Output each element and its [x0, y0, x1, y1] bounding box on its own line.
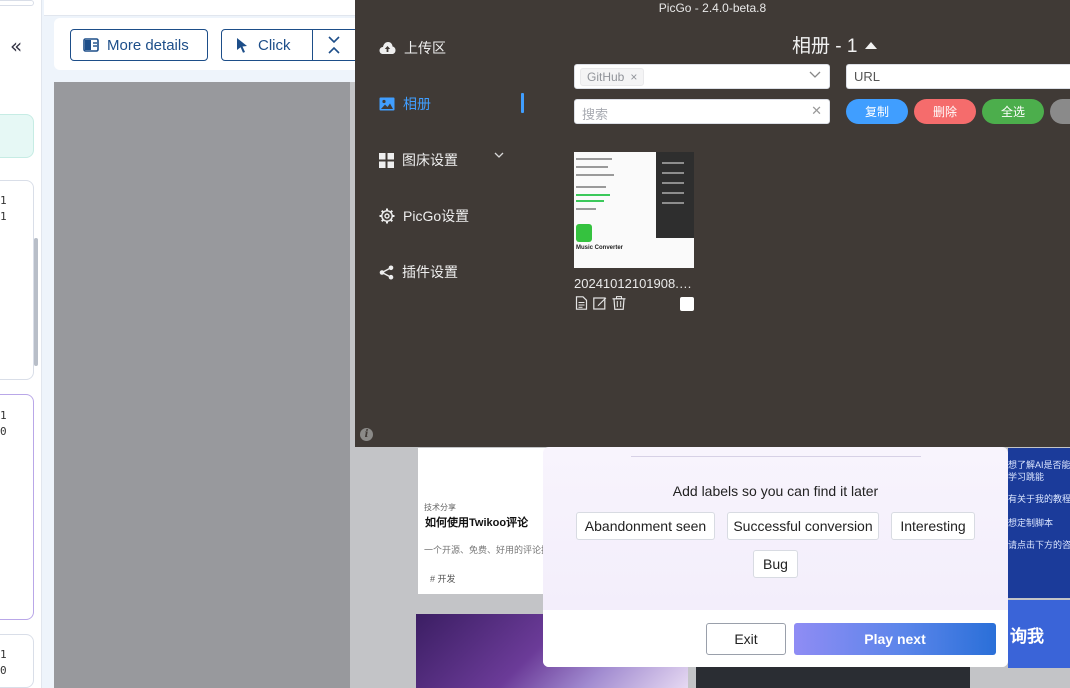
session-count: 1	[0, 194, 7, 207]
image-actions	[575, 296, 626, 310]
nav-label: 相册	[403, 96, 431, 112]
cloud-upload-icon	[379, 42, 396, 54]
more-details-button[interactable]: More details	[70, 29, 208, 61]
click-filter-button[interactable]: Click	[221, 29, 313, 61]
label-modal-heading: Add labels so you can find it later	[672, 483, 879, 499]
session-card[interactable]	[0, 634, 34, 688]
chevron-down-icon	[809, 71, 821, 78]
close-icon[interactable]: ×	[630, 70, 637, 84]
top-strip	[44, 0, 364, 16]
album-title-text: 相册 - 1	[792, 36, 858, 57]
image-filename: 20241012101908.png	[574, 276, 694, 291]
divider	[631, 456, 921, 457]
image-icon	[379, 97, 395, 111]
promo-banner: 询我	[1008, 600, 1070, 668]
album-title[interactable]: 相册 - 1	[792, 31, 878, 58]
blog-description: 一个开源、免费、好用的评论插件	[424, 545, 544, 555]
session-count: 0	[0, 664, 7, 677]
grid-icon	[379, 152, 394, 168]
thumbnail-caption: Music Converter	[576, 245, 624, 251]
label-chip-interesting[interactable]: Interesting	[891, 512, 975, 540]
promo-line: 学习跳能	[1008, 472, 1045, 482]
session-count: 1	[0, 210, 7, 223]
collapse-arrows-icon	[328, 36, 340, 54]
session-card	[0, 76, 34, 106]
promo-line: 想定制脚本	[1008, 518, 1054, 528]
search-input[interactable]: 搜索 ✕	[574, 99, 830, 124]
music-app-icon	[576, 224, 592, 242]
share-icon	[379, 265, 394, 279]
clear-icon[interactable]: ✕	[811, 103, 822, 119]
nav-label: 插件设置	[402, 264, 458, 280]
edit-icon[interactable]	[593, 296, 607, 310]
nav-label: 上传区	[404, 40, 446, 56]
play-next-button[interactable]: Play next	[794, 623, 996, 655]
copy-button[interactable]: 复制	[846, 99, 908, 124]
nav-picgo-settings[interactable]: PicGo设置	[379, 206, 469, 226]
label-chip-successful-conversion[interactable]: Successful conversion	[727, 512, 879, 540]
more-details-label: More details	[107, 36, 189, 54]
collapse-toggle-button[interactable]	[312, 29, 356, 61]
active-nav-indicator	[521, 93, 524, 113]
label-chip-bug[interactable]: Bug	[753, 550, 798, 578]
delete-button[interactable]: 删除	[914, 99, 976, 124]
gear-icon	[379, 208, 395, 224]
cursor-icon	[237, 38, 247, 53]
paste-format-select[interactable]: URL	[846, 64, 1070, 89]
image-bed-tag-label: GitHub	[587, 70, 625, 84]
nav-label: 图床设置	[402, 152, 458, 168]
sidebar-scrollbar[interactable]	[34, 238, 38, 366]
collapse-sidebar-icon[interactable]: «	[10, 34, 22, 58]
document-icon[interactable]	[575, 296, 588, 310]
nav-upload[interactable]: 上传区	[379, 38, 446, 58]
chevron-down-icon[interactable]	[494, 152, 504, 159]
select-all-button[interactable]: 全选	[982, 99, 1044, 124]
nav-plugin-settings[interactable]: 插件设置	[379, 262, 458, 282]
blog-title: 如何使用Twikoo评论	[425, 517, 529, 529]
label-chip-abandonment-seen[interactable]: Abandonment seen	[576, 512, 715, 540]
exit-button[interactable]: Exit	[706, 623, 786, 655]
image-bed-tag[interactable]: GitHub ×	[580, 68, 645, 86]
promo-line: 请点击下方的咨询	[1008, 540, 1070, 550]
info-icon[interactable]: i	[360, 428, 373, 441]
nav-gallery[interactable]: 相册	[379, 94, 431, 114]
image-select-checkbox[interactable]	[680, 297, 694, 311]
promo-banner-text: 询我	[1010, 627, 1044, 646]
search-placeholder: 搜索	[582, 107, 609, 122]
thumbnail-menu	[656, 152, 694, 238]
promo-panel: 想了解AI是否能 学习跳能 有关于我的教程 想定制脚本 请点击下方的咨询	[1008, 448, 1070, 598]
image-bed-select[interactable]: GitHub ×	[574, 64, 830, 89]
details-panel-icon	[83, 38, 99, 52]
more-action-button[interactable]	[1050, 99, 1070, 124]
blog-tag: 技术分享	[424, 503, 456, 512]
click-label: Click	[258, 36, 291, 54]
caret-up-icon	[865, 41, 878, 49]
session-count: 0	[0, 425, 7, 438]
nav-image-bed-settings[interactable]: 图床设置	[379, 150, 458, 170]
blog-category: # 开发	[430, 574, 456, 584]
session-count: 1	[0, 648, 7, 661]
trash-icon[interactable]	[612, 296, 626, 310]
promo-line: 有关于我的教程	[1008, 494, 1070, 504]
session-card-selected[interactable]	[0, 114, 34, 158]
window-title: PicGo - 2.4.0-beta.8	[658, 1, 767, 15]
session-card[interactable]	[0, 0, 34, 6]
session-count: 1	[0, 409, 7, 422]
nav-label: PicGo设置	[403, 208, 470, 224]
image-thumbnail[interactable]: Music Converter	[574, 152, 694, 268]
